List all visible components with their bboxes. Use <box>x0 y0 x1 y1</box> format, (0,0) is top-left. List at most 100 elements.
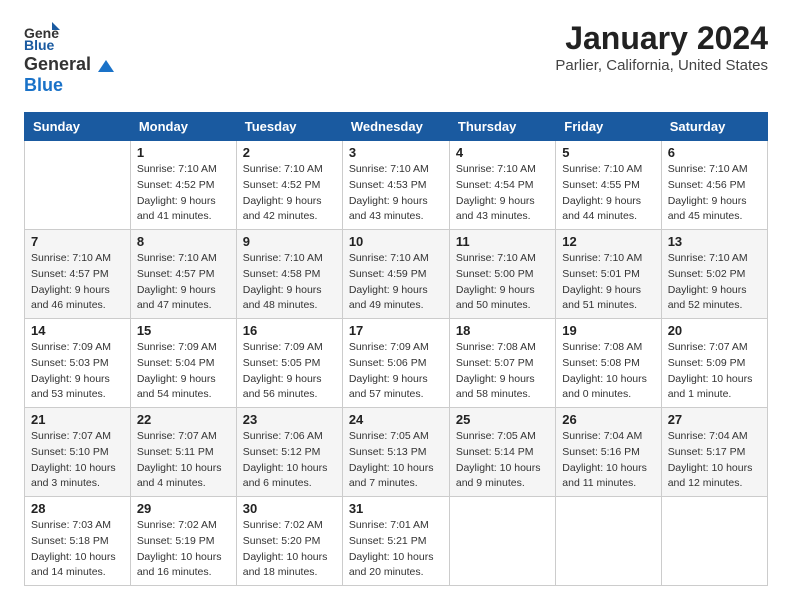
daylight-label: Daylight: 9 hours and 51 minutes. <box>562 284 641 312</box>
sunrise-label: Sunrise: 7:04 AM <box>668 430 748 442</box>
calendar-table: SundayMondayTuesdayWednesdayThursdayFrid… <box>24 112 768 586</box>
day-info: Sunrise: 7:10 AM Sunset: 4:55 PM Dayligh… <box>562 162 654 225</box>
daylight-label: Daylight: 9 hours and 46 minutes. <box>31 284 110 312</box>
daylight-label: Daylight: 9 hours and 52 minutes. <box>668 284 747 312</box>
day-info: Sunrise: 7:09 AM Sunset: 5:03 PM Dayligh… <box>31 340 124 403</box>
sunrise-label: Sunrise: 7:10 AM <box>243 252 323 264</box>
day-cell: 17 Sunrise: 7:09 AM Sunset: 5:06 PM Dayl… <box>342 319 449 408</box>
day-number: 23 <box>243 412 336 427</box>
day-number: 26 <box>562 412 654 427</box>
daylight-label: Daylight: 10 hours and 0 minutes. <box>562 373 647 401</box>
sunset-label: Sunset: 4:56 PM <box>668 179 746 191</box>
sunrise-label: Sunrise: 7:08 AM <box>456 341 536 353</box>
daylight-label: Daylight: 10 hours and 18 minutes. <box>243 551 328 579</box>
day-number: 15 <box>137 323 230 338</box>
day-info: Sunrise: 7:10 AM Sunset: 4:56 PM Dayligh… <box>668 162 761 225</box>
day-cell: 5 Sunrise: 7:10 AM Sunset: 4:55 PM Dayli… <box>556 141 661 230</box>
day-info: Sunrise: 7:10 AM Sunset: 4:54 PM Dayligh… <box>456 162 549 225</box>
day-cell: 28 Sunrise: 7:03 AM Sunset: 5:18 PM Dayl… <box>25 497 131 586</box>
sunrise-label: Sunrise: 7:10 AM <box>456 163 536 175</box>
day-info: Sunrise: 7:10 AM Sunset: 4:52 PM Dayligh… <box>243 162 336 225</box>
day-info: Sunrise: 7:10 AM Sunset: 4:58 PM Dayligh… <box>243 251 336 314</box>
day-number: 5 <box>562 145 654 160</box>
daylight-label: Daylight: 9 hours and 58 minutes. <box>456 373 535 401</box>
week-row-2: 7 Sunrise: 7:10 AM Sunset: 4:57 PM Dayli… <box>25 230 768 319</box>
daylight-label: Daylight: 9 hours and 41 minutes. <box>137 195 216 223</box>
day-info: Sunrise: 7:10 AM Sunset: 4:59 PM Dayligh… <box>349 251 443 314</box>
daylight-label: Daylight: 10 hours and 9 minutes. <box>456 462 541 490</box>
day-cell <box>449 497 555 586</box>
sunrise-label: Sunrise: 7:10 AM <box>562 163 642 175</box>
sunrise-label: Sunrise: 7:05 AM <box>456 430 536 442</box>
day-number: 24 <box>349 412 443 427</box>
daylight-label: Daylight: 10 hours and 3 minutes. <box>31 462 116 490</box>
day-info: Sunrise: 7:10 AM Sunset: 5:01 PM Dayligh… <box>562 251 654 314</box>
day-info: Sunrise: 7:08 AM Sunset: 5:08 PM Dayligh… <box>562 340 654 403</box>
day-number: 27 <box>668 412 761 427</box>
sunset-label: Sunset: 5:13 PM <box>349 446 427 458</box>
day-number: 4 <box>456 145 549 160</box>
day-cell: 20 Sunrise: 7:07 AM Sunset: 5:09 PM Dayl… <box>661 319 767 408</box>
day-number: 17 <box>349 323 443 338</box>
sunset-label: Sunset: 5:16 PM <box>562 446 640 458</box>
day-info: Sunrise: 7:10 AM Sunset: 4:57 PM Dayligh… <box>31 251 124 314</box>
daylight-label: Daylight: 10 hours and 16 minutes. <box>137 551 222 579</box>
week-row-3: 14 Sunrise: 7:09 AM Sunset: 5:03 PM Dayl… <box>25 319 768 408</box>
sunrise-label: Sunrise: 7:08 AM <box>562 341 642 353</box>
sunset-label: Sunset: 4:52 PM <box>243 179 321 191</box>
sunrise-label: Sunrise: 7:03 AM <box>31 519 111 531</box>
day-number: 10 <box>349 234 443 249</box>
day-info: Sunrise: 7:10 AM Sunset: 5:00 PM Dayligh… <box>456 251 549 314</box>
day-cell: 31 Sunrise: 7:01 AM Sunset: 5:21 PM Dayl… <box>342 497 449 586</box>
sunset-label: Sunset: 4:54 PM <box>456 179 534 191</box>
sunrise-label: Sunrise: 7:10 AM <box>137 163 217 175</box>
daylight-label: Daylight: 9 hours and 50 minutes. <box>456 284 535 312</box>
logo: General Blue General Blue <box>24 20 114 96</box>
daylight-label: Daylight: 9 hours and 48 minutes. <box>243 284 322 312</box>
sunrise-label: Sunrise: 7:10 AM <box>137 252 217 264</box>
day-number: 19 <box>562 323 654 338</box>
day-number: 31 <box>349 501 443 516</box>
day-number: 13 <box>668 234 761 249</box>
day-number: 7 <box>31 234 124 249</box>
sunset-label: Sunset: 5:03 PM <box>31 357 109 369</box>
col-header-monday: Monday <box>130 113 236 141</box>
day-cell: 7 Sunrise: 7:10 AM Sunset: 4:57 PM Dayli… <box>25 230 131 319</box>
sunrise-label: Sunrise: 7:07 AM <box>668 341 748 353</box>
day-info: Sunrise: 7:07 AM Sunset: 5:10 PM Dayligh… <box>31 429 124 492</box>
day-cell: 4 Sunrise: 7:10 AM Sunset: 4:54 PM Dayli… <box>449 141 555 230</box>
day-number: 20 <box>668 323 761 338</box>
day-info: Sunrise: 7:07 AM Sunset: 5:11 PM Dayligh… <box>137 429 230 492</box>
day-info: Sunrise: 7:08 AM Sunset: 5:07 PM Dayligh… <box>456 340 549 403</box>
day-number: 11 <box>456 234 549 249</box>
day-cell: 1 Sunrise: 7:10 AM Sunset: 4:52 PM Dayli… <box>130 141 236 230</box>
sunset-label: Sunset: 5:04 PM <box>137 357 215 369</box>
day-cell <box>25 141 131 230</box>
day-info: Sunrise: 7:09 AM Sunset: 5:06 PM Dayligh… <box>349 340 443 403</box>
daylight-label: Daylight: 9 hours and 49 minutes. <box>349 284 428 312</box>
day-cell: 9 Sunrise: 7:10 AM Sunset: 4:58 PM Dayli… <box>236 230 342 319</box>
daylight-label: Daylight: 9 hours and 57 minutes. <box>349 373 428 401</box>
sunset-label: Sunset: 4:53 PM <box>349 179 427 191</box>
day-info: Sunrise: 7:02 AM Sunset: 5:20 PM Dayligh… <box>243 518 336 581</box>
day-info: Sunrise: 7:10 AM Sunset: 4:52 PM Dayligh… <box>137 162 230 225</box>
sunset-label: Sunset: 5:06 PM <box>349 357 427 369</box>
main-title: January 2024 <box>555 20 768 57</box>
day-cell: 15 Sunrise: 7:09 AM Sunset: 5:04 PM Dayl… <box>130 319 236 408</box>
sunrise-label: Sunrise: 7:07 AM <box>137 430 217 442</box>
sunrise-label: Sunrise: 7:06 AM <box>243 430 323 442</box>
sunset-label: Sunset: 4:57 PM <box>137 268 215 280</box>
col-header-friday: Friday <box>556 113 661 141</box>
sunset-label: Sunset: 5:17 PM <box>668 446 746 458</box>
sunrise-label: Sunrise: 7:09 AM <box>137 341 217 353</box>
day-number: 25 <box>456 412 549 427</box>
day-info: Sunrise: 7:10 AM Sunset: 4:53 PM Dayligh… <box>349 162 443 225</box>
day-info: Sunrise: 7:10 AM Sunset: 5:02 PM Dayligh… <box>668 251 761 314</box>
sunrise-label: Sunrise: 7:05 AM <box>349 430 429 442</box>
svg-text:Blue: Blue <box>24 37 55 52</box>
day-info: Sunrise: 7:04 AM Sunset: 5:16 PM Dayligh… <box>562 429 654 492</box>
daylight-label: Daylight: 10 hours and 20 minutes. <box>349 551 434 579</box>
day-number: 29 <box>137 501 230 516</box>
subtitle: Parlier, California, United States <box>555 57 768 74</box>
day-cell: 11 Sunrise: 7:10 AM Sunset: 5:00 PM Dayl… <box>449 230 555 319</box>
